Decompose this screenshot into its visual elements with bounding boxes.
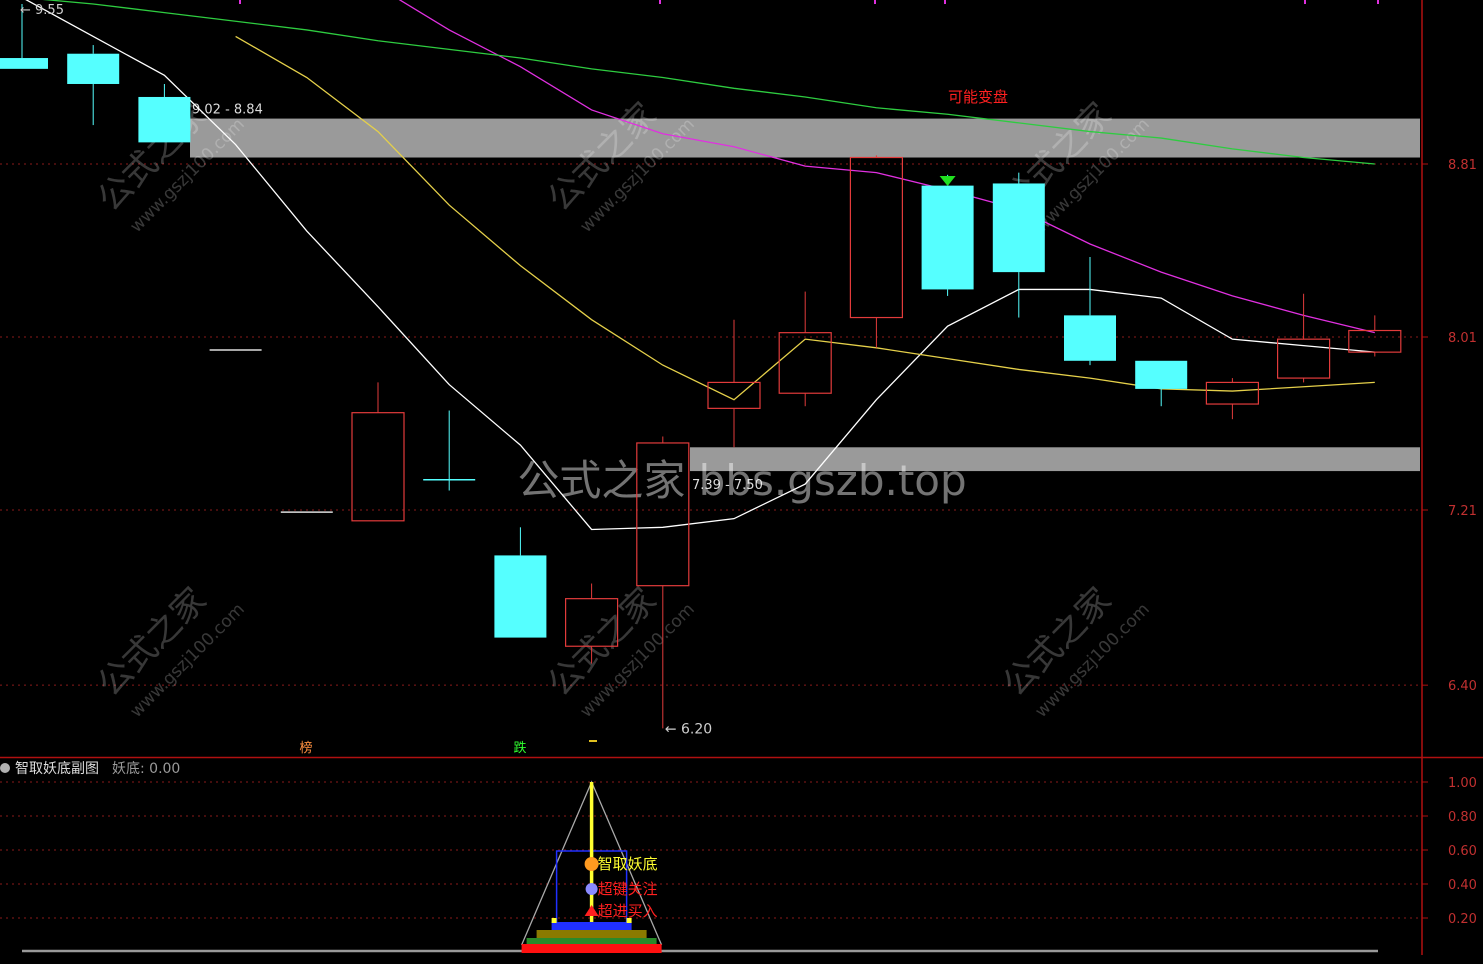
candle-body xyxy=(992,183,1045,273)
signal-text: 可能变盘 xyxy=(948,88,1008,106)
candle-body xyxy=(494,555,547,638)
candle-body xyxy=(0,58,48,69)
candle-body xyxy=(67,53,120,84)
signal-bar-green xyxy=(526,938,657,944)
panel-value: 妖底: 0.00 xyxy=(112,761,180,777)
candle-body xyxy=(351,412,405,522)
candle xyxy=(778,291,832,407)
watermark-stamp: 公式之家www.gszj100.com xyxy=(540,95,699,237)
price-band xyxy=(190,118,1420,158)
signal-triangle xyxy=(939,176,956,186)
watermark-stamp: 公式之家www.gszj100.com xyxy=(995,580,1154,722)
candle xyxy=(1064,256,1116,366)
legend-icon-sun xyxy=(584,857,599,871)
watermark-stamp: 公式之家www.gszj100.com xyxy=(540,580,699,722)
chart-canvas: 8.818.017.216.409.02 - 8.847.39 - 7.50公式… xyxy=(0,0,1483,955)
panel-title: 智取妖底副图 xyxy=(15,761,99,777)
y-tick-label: 8.81 xyxy=(1448,158,1477,173)
signal-dot xyxy=(551,918,557,923)
panel-toggle-icon xyxy=(0,763,10,773)
candle-body xyxy=(1135,360,1188,389)
y-tick-label: 7.21 xyxy=(1448,504,1477,519)
candle xyxy=(1135,360,1188,407)
sub-y-tick-label: 0.60 xyxy=(1448,844,1477,859)
candle xyxy=(1205,378,1260,420)
candle-body xyxy=(849,156,904,319)
stock-chart: 8.81 8.01 7.21 6.40 9.02 - 8.84 7.39 - 7.50 公式… xyxy=(0,0,1483,960)
signal-bar-red xyxy=(521,944,662,953)
bottom-marker: 跌 xyxy=(513,740,526,756)
y-tick-label: 8.01 xyxy=(1448,331,1477,346)
signal-bar-olive xyxy=(536,930,647,938)
bottom-marker: 榜 xyxy=(299,740,312,756)
sub-y-tick-label: 0.20 xyxy=(1448,912,1477,927)
y-tick-label: 6.40 xyxy=(1448,679,1477,694)
candle-body xyxy=(1348,329,1402,353)
candle xyxy=(1276,293,1331,383)
candle xyxy=(921,174,974,296)
candle-body xyxy=(1064,315,1116,361)
candle xyxy=(992,172,1045,318)
sub-y-tick-label: 0.80 xyxy=(1448,810,1477,825)
candle-body xyxy=(138,96,191,143)
candle xyxy=(67,45,120,126)
candle xyxy=(423,410,476,491)
candle-body xyxy=(921,185,974,290)
legend-icon-gem xyxy=(585,883,598,895)
high-label: ← 9.55 xyxy=(20,3,64,18)
sub-y-tick-label: 0.40 xyxy=(1448,878,1477,893)
legend-label: 智取妖底 xyxy=(598,855,658,873)
ma-line xyxy=(235,35,1375,401)
signal-bar-blue xyxy=(551,922,632,930)
candle xyxy=(849,155,904,348)
ma-line xyxy=(398,0,1375,334)
watermark-center: 公式之家 bbs.gszb.top xyxy=(517,456,966,505)
legend-icon-flame xyxy=(584,905,599,916)
legend-label: 超键关注 xyxy=(598,880,658,898)
candle xyxy=(494,527,547,638)
sub-y-tick-label: 1.00 xyxy=(1448,776,1477,791)
candle xyxy=(351,382,405,522)
candle-body xyxy=(707,381,761,409)
low-label: ← 6.20 xyxy=(665,721,712,737)
watermark-stamp: 公式之家www.gszj100.com xyxy=(90,580,249,722)
candle-body xyxy=(1205,381,1260,405)
legend-label: 超进买入 xyxy=(598,902,658,920)
